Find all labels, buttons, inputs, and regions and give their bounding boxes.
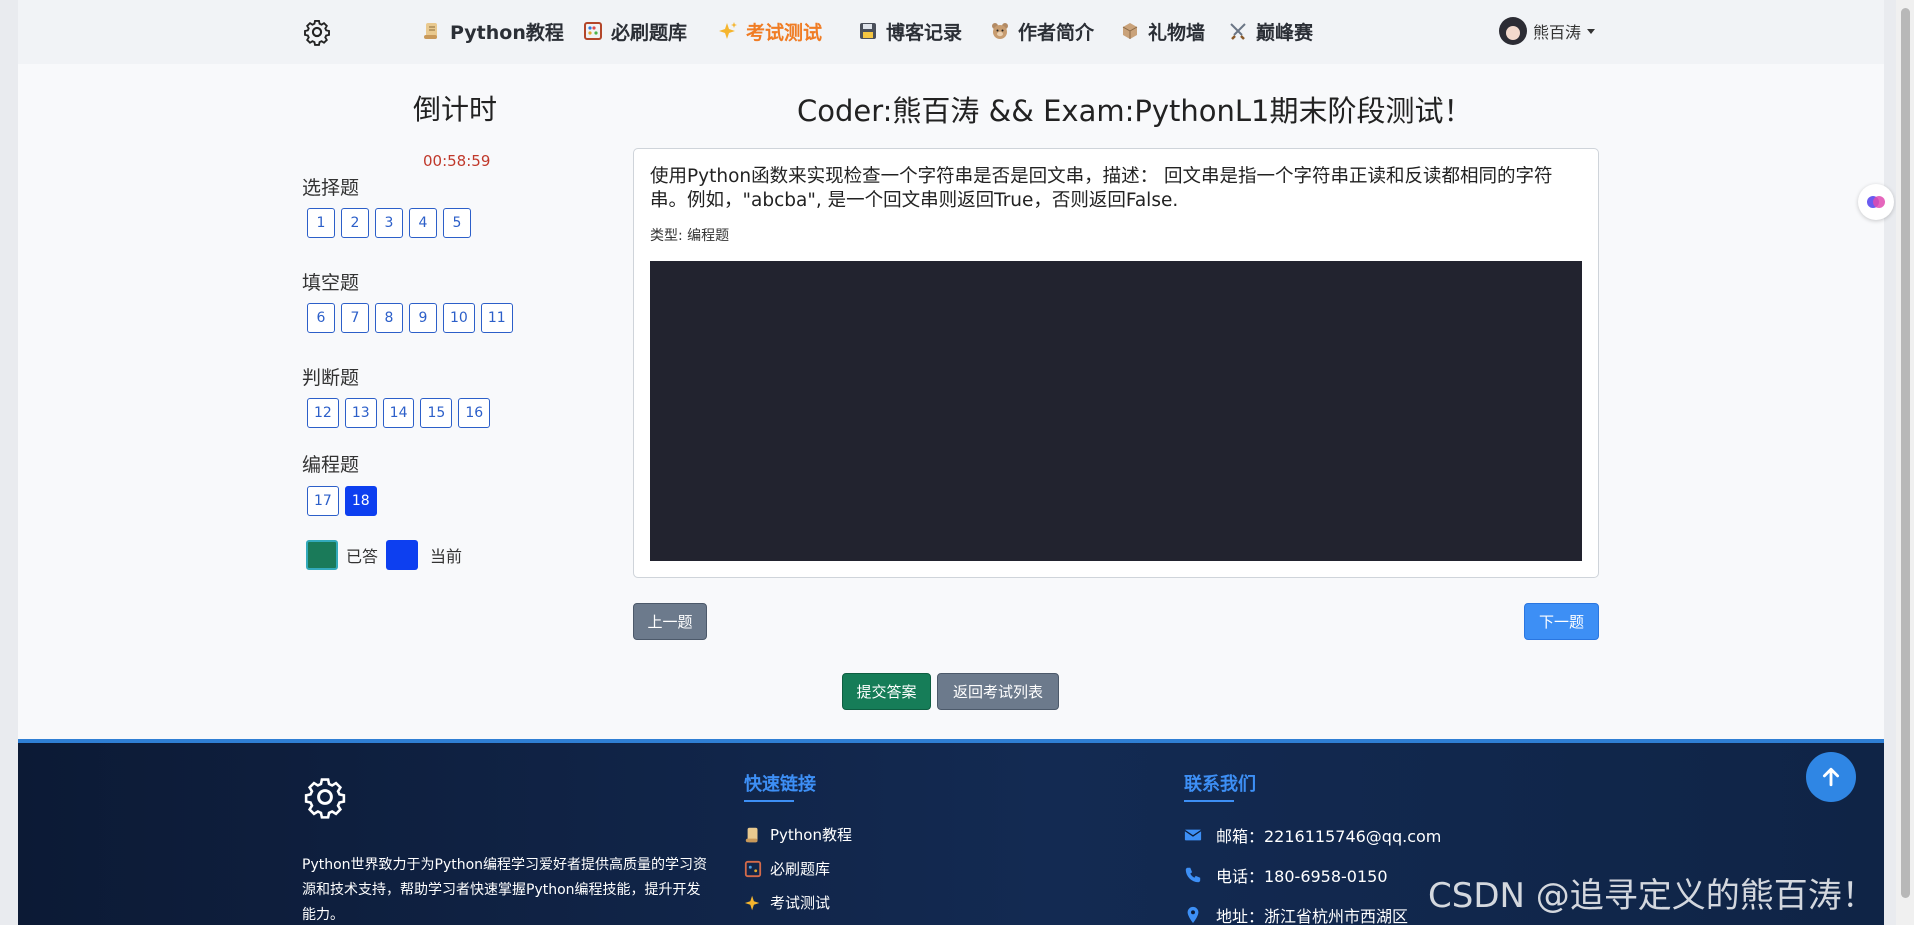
nav-item-label: 巅峰赛	[1256, 21, 1314, 44]
user-name: 熊百涛	[1533, 23, 1582, 42]
nav-item-label: Python教程	[450, 21, 564, 44]
avatar	[1499, 17, 1527, 45]
question-type: 类型: 编程题	[650, 228, 730, 244]
sparkles-icon	[719, 22, 737, 39]
legend-current-label: 当前	[430, 547, 463, 566]
question-nav-fill: 6 7 8 9 10 11	[307, 303, 513, 333]
contact-address: 地址：浙江省杭州市西湖区	[1184, 903, 1408, 925]
envelope-icon	[1184, 829, 1202, 841]
phone-icon	[1185, 867, 1201, 883]
contact-address-text: 地址：浙江省杭州市西湖区	[1216, 907, 1409, 925]
back-to-top-button[interactable]	[1806, 752, 1856, 802]
bear-face-icon	[992, 23, 1008, 39]
nav-item-question-bank[interactable]: 必刷题库	[583, 16, 687, 46]
nav-item-exam[interactable]: 考试测试	[718, 16, 822, 46]
scroll-icon	[424, 23, 437, 39]
nav-item-label: 作者简介	[1018, 21, 1095, 44]
exam-title: Coder:熊百涛 && Exam:PythonL1期末阶段测试！	[797, 94, 1473, 128]
question-number-button[interactable]: 13	[344, 398, 377, 428]
caret-down-icon	[1587, 28, 1596, 34]
question-number-button[interactable]: 8	[375, 303, 403, 333]
back-to-exam-list-button[interactable]: 返回考试列表	[937, 673, 1059, 710]
nav-item-gift-wall[interactable]: 礼物墙	[1120, 16, 1205, 46]
user-menu[interactable]: 熊百涛	[1499, 16, 1596, 46]
sparkles-icon	[744, 895, 760, 910]
legend-answered-swatch	[306, 540, 338, 570]
abacus-icon	[744, 860, 762, 877]
scroll-icon	[745, 827, 758, 842]
contact-title: 联系我们	[1184, 770, 1256, 802]
question-number-button[interactable]: 14	[382, 398, 415, 428]
question-number-button[interactable]: 1	[307, 208, 335, 238]
gear-logo-icon	[304, 778, 346, 819]
nav-item-label: 博客记录	[886, 21, 963, 44]
arrow-up-icon	[1822, 767, 1840, 787]
section-title-judge: 判断题	[302, 367, 360, 389]
question-number-button[interactable]: 6	[307, 303, 335, 333]
question-number-button[interactable]: 5	[443, 208, 471, 238]
question-nav-coding: 17 18	[307, 486, 377, 516]
contact-email: 邮箱：2216115746@qq.com	[1184, 823, 1441, 847]
question-nav-judge: 12 13 14 15 16	[307, 398, 491, 428]
code-editor[interactable]	[650, 261, 1582, 561]
question-number-button[interactable]: 3	[375, 208, 403, 238]
countdown-title: 倒计时	[413, 93, 498, 126]
floating-assistant-widget[interactable]	[1858, 184, 1894, 220]
question-number-button[interactable]: 18	[344, 486, 377, 516]
package-icon	[1122, 23, 1138, 39]
page: Python教程 必刷题库 考试测试 博客记录 作者简介 礼物墙 巅峰赛 熊百涛…	[18, 0, 1884, 925]
footer-link-exam[interactable]: 考试测试	[744, 892, 830, 913]
question-number-button[interactable]: 4	[409, 208, 437, 238]
question-number-button[interactable]: 2	[341, 208, 369, 238]
footer-link-label: 考试测试	[770, 894, 831, 912]
quick-links-title: 快速链接	[744, 770, 816, 802]
submit-answer-button[interactable]: 提交答案	[842, 673, 931, 710]
question-number-button[interactable]: 16	[458, 398, 491, 428]
section-title-coding: 编程题	[302, 454, 360, 476]
footer-description: Python世界致力于为Python编程学习爱好者提供高质量的学习资源和技术支持…	[302, 857, 708, 923]
legend: 已答 当前	[306, 540, 462, 570]
floppy-disk-icon	[860, 23, 876, 39]
contact-email-text: 邮箱：2216115746@qq.com	[1216, 827, 1442, 846]
nav-item-label: 必刷题库	[611, 21, 688, 44]
question-number-button[interactable]: 11	[480, 303, 513, 333]
top-navbar: Python教程 必刷题库 考试测试 博客记录 作者简介 礼物墙 巅峰赛 熊百涛	[18, 0, 1884, 64]
next-question-button[interactable]: 下一题	[1524, 603, 1599, 640]
map-pin-icon	[1187, 906, 1199, 924]
legend-current-swatch	[386, 540, 419, 570]
footer-link-python-tutorial[interactable]: Python教程	[744, 824, 852, 845]
question-number-button[interactable]: 15	[420, 398, 453, 428]
question-number-button[interactable]: 17	[307, 486, 339, 516]
nav-item-label: 考试测试	[746, 21, 823, 44]
footer-link-question-bank[interactable]: 必刷题库	[744, 858, 830, 879]
contact-phone: 电话：180-6958-0150	[1184, 863, 1388, 887]
question-number-button[interactable]: 9	[409, 303, 437, 333]
footer-link-label: 必刷题库	[770, 860, 831, 878]
legend-answered-label: 已答	[346, 547, 379, 566]
footer-link-label: Python教程	[770, 826, 852, 844]
crossed-swords-icon	[1230, 23, 1246, 40]
csdn-watermark: CSDN @追寻定义的熊百涛！	[1428, 876, 1876, 916]
gear-logo-icon[interactable]	[303, 18, 331, 46]
abacus-icon	[584, 22, 602, 40]
question-nav-choice: 12345	[307, 208, 471, 238]
question-card: 使用Python函数来实现检查一个字符串是否是回文串，描述： 回文串是指一个字符…	[633, 148, 1599, 578]
nav-item-blog[interactable]: 博客记录	[858, 16, 962, 46]
nav-item-python-tutorial[interactable]: Python教程	[422, 16, 564, 46]
section-title-fill: 填空题	[302, 272, 360, 294]
section-title-choice: 选择题	[302, 177, 360, 199]
scrollbar-thumb[interactable]	[1901, 8, 1910, 898]
nav-item-author[interactable]: 作者简介	[990, 16, 1094, 46]
brain-icon	[1867, 196, 1885, 208]
question-number-button[interactable]: 7	[341, 303, 369, 333]
countdown-timer: 00:58:59	[423, 152, 491, 170]
prev-question-button[interactable]: 上一题	[633, 603, 707, 640]
question-number-button[interactable]: 10	[443, 303, 475, 333]
nav-item-label: 礼物墙	[1148, 21, 1206, 44]
question-number-button[interactable]: 12	[307, 398, 339, 428]
nav-item-peak-contest[interactable]: 巅峰赛	[1228, 16, 1313, 46]
contact-phone-text: 电话：180-6958-0150	[1216, 867, 1388, 886]
question-text: 使用Python函数来实现检查一个字符串是否是回文串，描述： 回文串是指一个字符…	[650, 166, 1553, 211]
